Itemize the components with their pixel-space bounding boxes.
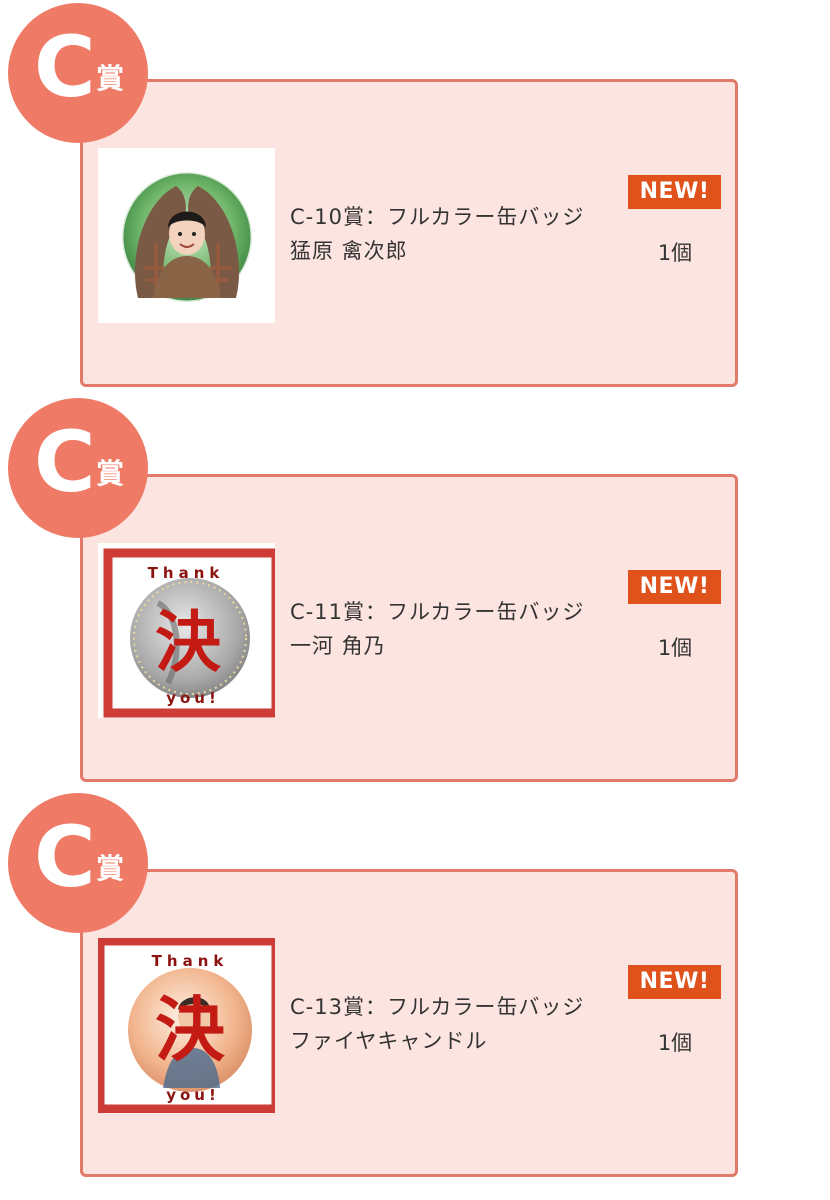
new-badge: NEW!	[628, 570, 721, 604]
can-badge-photo	[120, 170, 254, 304]
prize-name: C-11賞：フルカラー缶バッジ 一河 角乃	[290, 600, 585, 658]
can-badge-decided: Thank 決 you!	[103, 548, 275, 718]
new-badge: NEW!	[628, 965, 721, 999]
grade-letter: C	[34, 18, 96, 116]
grade-badge: C 賞	[8, 793, 148, 933]
overlay-text-center: 決	[155, 989, 225, 1071]
prize-card: C 賞 Thank 決 you! C-11賞：フルカラー缶バッジ 一河 角乃 N…	[0, 395, 830, 790]
can-badge-decided: Thank 決 you!	[98, 938, 275, 1113]
grade-letter: C	[34, 808, 96, 906]
overlay-text-top: Thank	[152, 952, 229, 970]
overlay-text-top: Thank	[148, 564, 225, 582]
prize-card: C 賞 Thank 決 you! C-13賞：フルカラー缶バッジ ファイヤキャン…	[0, 790, 830, 1185]
prize-name: C-10賞：フルカラー缶バッジ 猛原 禽次郎	[290, 205, 585, 263]
overlay-text-center: 決	[155, 604, 221, 681]
grade-badge: C 賞	[8, 398, 148, 538]
prize-quantity: 1個	[657, 1031, 693, 1055]
overlay-text-bottom: you!	[166, 1086, 220, 1104]
prize-card: C 賞 C-10賞：フルカラー缶バッジ 猛原 禽次郎 NEW! 1個	[0, 0, 830, 395]
grade-letter: C	[34, 413, 96, 511]
overlay-text-bottom: you!	[166, 689, 220, 707]
grade-suffix: 賞	[96, 457, 125, 490]
prize-image[interactable]	[98, 148, 275, 323]
grade-badge: C 賞	[8, 3, 148, 143]
prize-image[interactable]: Thank 決 you!	[98, 938, 275, 1113]
prize-image[interactable]: Thank 決 you!	[98, 543, 275, 718]
new-badge: NEW!	[628, 175, 721, 209]
grade-suffix: 賞	[96, 852, 125, 885]
prize-name: C-13賞：フルカラー缶バッジ ファイヤキャンドル	[290, 995, 585, 1053]
grade-suffix: 賞	[96, 62, 125, 95]
prize-quantity: 1個	[657, 241, 693, 265]
prize-quantity: 1個	[657, 636, 693, 660]
